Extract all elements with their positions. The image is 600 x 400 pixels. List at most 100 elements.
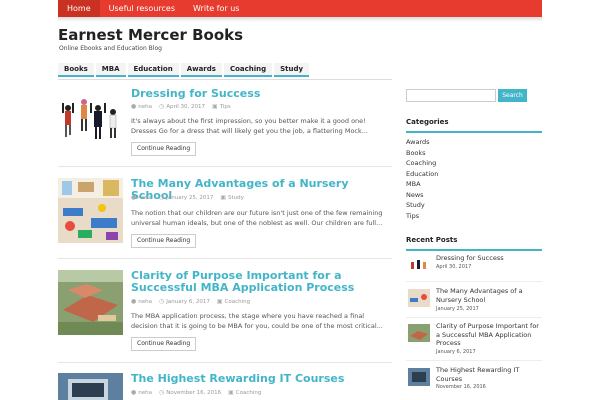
continue-reading-button[interactable]: Continue Reading xyxy=(131,234,197,248)
site-title[interactable]: Earnest Mercer Books xyxy=(58,26,243,44)
category-link-mba[interactable]: MBA xyxy=(406,179,438,190)
cat-nav-study[interactable]: Study xyxy=(274,63,310,77)
divider xyxy=(406,360,542,361)
top-nav-useful-resources[interactable]: Useful resources xyxy=(100,0,184,17)
search-input[interactable] xyxy=(406,89,496,102)
recent-post-thumbnail[interactable] xyxy=(408,324,430,342)
post-author: ● neha xyxy=(131,298,152,305)
category-link-coaching[interactable]: Coaching xyxy=(406,158,438,169)
post-author: ● neha xyxy=(131,389,152,396)
category-link-tips[interactable]: Tips xyxy=(406,211,438,222)
post-item: Clarity of Purpose Important for a Succe… xyxy=(58,270,392,355)
search-button[interactable]: Search xyxy=(498,89,527,102)
post-item: Dressing for Success ● neha ◷ April 30, 20… xyxy=(58,88,392,163)
post-category: ▣ Coaching xyxy=(217,298,250,305)
post-date-text: April 30, 2017 xyxy=(166,103,206,110)
folder-icon: ▣ xyxy=(212,103,218,110)
cat-nav-books[interactable]: Books xyxy=(58,63,94,77)
recent-post-thumbnail[interactable] xyxy=(408,289,430,307)
recent-posts-widget-title: Recent Posts xyxy=(406,236,458,244)
top-nav-write-for-us[interactable]: Write for us xyxy=(184,0,248,17)
recent-post-title[interactable]: Clarity of Purpose Important for a Succe… xyxy=(436,322,540,348)
category-link-news[interactable]: News xyxy=(406,190,438,201)
post-title[interactable]: Clarity of Purpose Important for a Succe… xyxy=(131,270,392,294)
post-date: ◷ January 6, 2017 xyxy=(159,298,210,305)
post-category: ▣ Study xyxy=(220,194,244,201)
cat-nav-coaching[interactable]: Coaching xyxy=(223,63,273,77)
post-category: ▣ Tips xyxy=(212,103,231,110)
recent-post-title[interactable]: The Highest Rewarding IT Courses xyxy=(436,366,540,383)
post-date: ◷ April 30, 2017 xyxy=(159,103,205,110)
category-link-education[interactable]: Education xyxy=(406,169,438,180)
recent-post-thumbnail[interactable] xyxy=(408,368,430,386)
recent-post-title[interactable]: Dressing for Success xyxy=(436,254,540,263)
post-item: The Highest Rewarding IT Courses ● neha ◷… xyxy=(58,373,392,400)
post-thumbnail-image[interactable] xyxy=(58,373,123,400)
continue-reading-button[interactable]: Continue Reading xyxy=(131,337,197,351)
folder-icon: ▣ xyxy=(216,298,223,305)
top-navigation-bar: Home Useful resources Write for us xyxy=(58,0,542,17)
post-category: ▣ Coaching xyxy=(228,389,261,396)
cat-nav-education[interactable]: Education xyxy=(127,63,179,77)
clock-icon: ◷ xyxy=(158,389,165,396)
category-link-books[interactable]: Books xyxy=(406,148,438,159)
clock-icon: ◷ xyxy=(158,298,165,305)
folder-icon: ▣ xyxy=(220,194,226,201)
recent-post-date: January 6, 2017 xyxy=(436,349,476,355)
user-icon: ● xyxy=(131,194,137,201)
post-meta: ● neha ◷ January 6, 2017 ▣ Coaching xyxy=(131,298,250,305)
widget-underline xyxy=(406,131,542,133)
categories-list: Awards Books Coaching Education MBA News… xyxy=(406,137,438,221)
post-author-name[interactable]: neha xyxy=(138,390,152,396)
cat-nav-awards[interactable]: Awards xyxy=(180,63,222,77)
post-item: The Many Advantages of a Nursery School … xyxy=(58,178,392,253)
post-thumbnail-image[interactable] xyxy=(58,88,123,153)
category-link-awards[interactable]: Awards xyxy=(406,137,438,148)
post-meta: ● neha ◷ November 16, 2016 ▣ Coaching xyxy=(131,389,261,396)
recent-post-date: January 25, 2017 xyxy=(436,306,479,312)
post-author-name[interactable]: neha xyxy=(138,195,152,201)
post-excerpt: It's always about the first impression, … xyxy=(131,117,368,135)
continue-reading-button[interactable]: Continue Reading xyxy=(131,142,197,156)
post-author-name[interactable]: neha xyxy=(138,299,152,305)
clock-icon: ◷ xyxy=(158,194,165,201)
category-nav: Books MBA Education Awards Coaching Stud… xyxy=(58,63,310,77)
post-thumbnail-image[interactable] xyxy=(58,270,123,335)
divider xyxy=(58,166,392,167)
divider xyxy=(406,281,542,282)
category-link-study[interactable]: Study xyxy=(406,200,438,211)
post-category-link[interactable]: Study xyxy=(228,195,244,201)
top-nav: Home Useful resources Write for us xyxy=(58,0,542,17)
site-description: Online Ebooks and Education Blog xyxy=(59,45,162,52)
post-author: ● neha xyxy=(131,194,152,201)
post-category-link[interactable]: Coaching xyxy=(236,390,262,396)
recent-post-thumbnail[interactable] xyxy=(408,256,430,274)
recent-post-date: November 16, 2016 xyxy=(436,384,486,390)
widget-underline xyxy=(406,249,542,251)
post-meta: ● neha ◷ January 25, 2017 ▣ Study xyxy=(131,194,244,201)
topbar-shadow xyxy=(58,17,542,22)
post-category-link[interactable]: Coaching xyxy=(225,299,251,305)
post-title[interactable]: The Highest Rewarding IT Courses xyxy=(131,373,392,385)
post-thumbnail-image[interactable] xyxy=(58,178,123,243)
post-date: ◷ January 25, 2017 xyxy=(159,194,213,201)
post-excerpt: The MBA application process, the stage w… xyxy=(131,312,383,330)
recent-post-title[interactable]: The Many Advantages of a Nursery School xyxy=(436,287,540,304)
post-author: ● neha xyxy=(131,103,152,110)
clock-icon: ◷ xyxy=(158,103,165,110)
post-author-name[interactable]: neha xyxy=(138,104,152,110)
post-title[interactable]: Dressing for Success xyxy=(131,88,392,100)
cat-nav-mba[interactable]: MBA xyxy=(95,63,126,77)
user-icon: ● xyxy=(131,389,137,396)
folder-icon: ▣ xyxy=(228,389,234,396)
user-icon: ● xyxy=(131,298,137,305)
post-date-text: January 6, 2017 xyxy=(166,298,210,305)
post-date-text: November 16, 2016 xyxy=(166,389,222,396)
top-nav-home[interactable]: Home xyxy=(58,0,100,17)
post-category-link[interactable]: Tips xyxy=(220,104,231,110)
post-date-text: January 25, 2017 xyxy=(166,194,214,201)
divider xyxy=(58,362,392,363)
divider xyxy=(58,258,392,259)
post-excerpt: The notion that our children are our fut… xyxy=(131,209,383,227)
post-meta: ● neha ◷ April 30, 2017 ▣ Tips xyxy=(131,103,231,110)
